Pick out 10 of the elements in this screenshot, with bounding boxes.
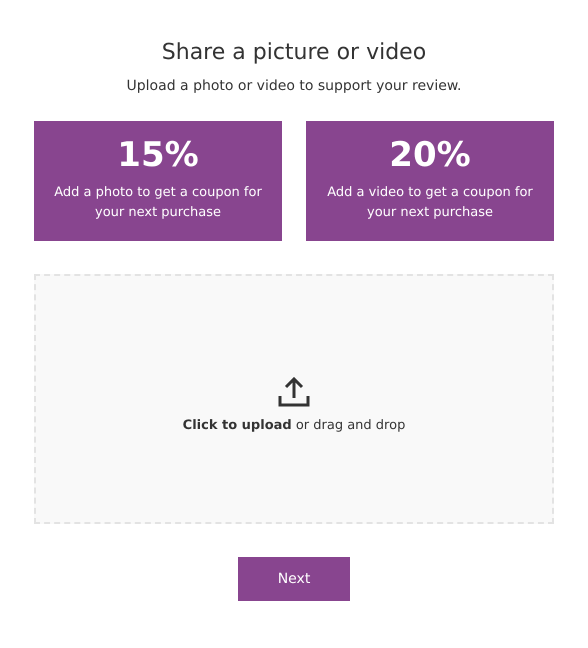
upload-dropzone[interactable]: Click to upload or drag and drop xyxy=(34,274,554,524)
offer-description: Add a photo to get a coupon for your next purchase xyxy=(53,184,263,222)
next-button[interactable]: Next xyxy=(238,557,350,601)
offer-percent: 20% xyxy=(389,134,471,177)
upload-icon xyxy=(277,376,311,408)
page-title: Share a picture or video xyxy=(162,39,426,67)
page-subtitle: Upload a photo or video to support your review. xyxy=(126,77,462,96)
upload-instructions: Click to upload or drag and drop xyxy=(182,417,406,436)
offer-percent: 15% xyxy=(117,134,199,177)
offer-description: Add a video to get a coupon for your next purchase xyxy=(326,184,534,222)
